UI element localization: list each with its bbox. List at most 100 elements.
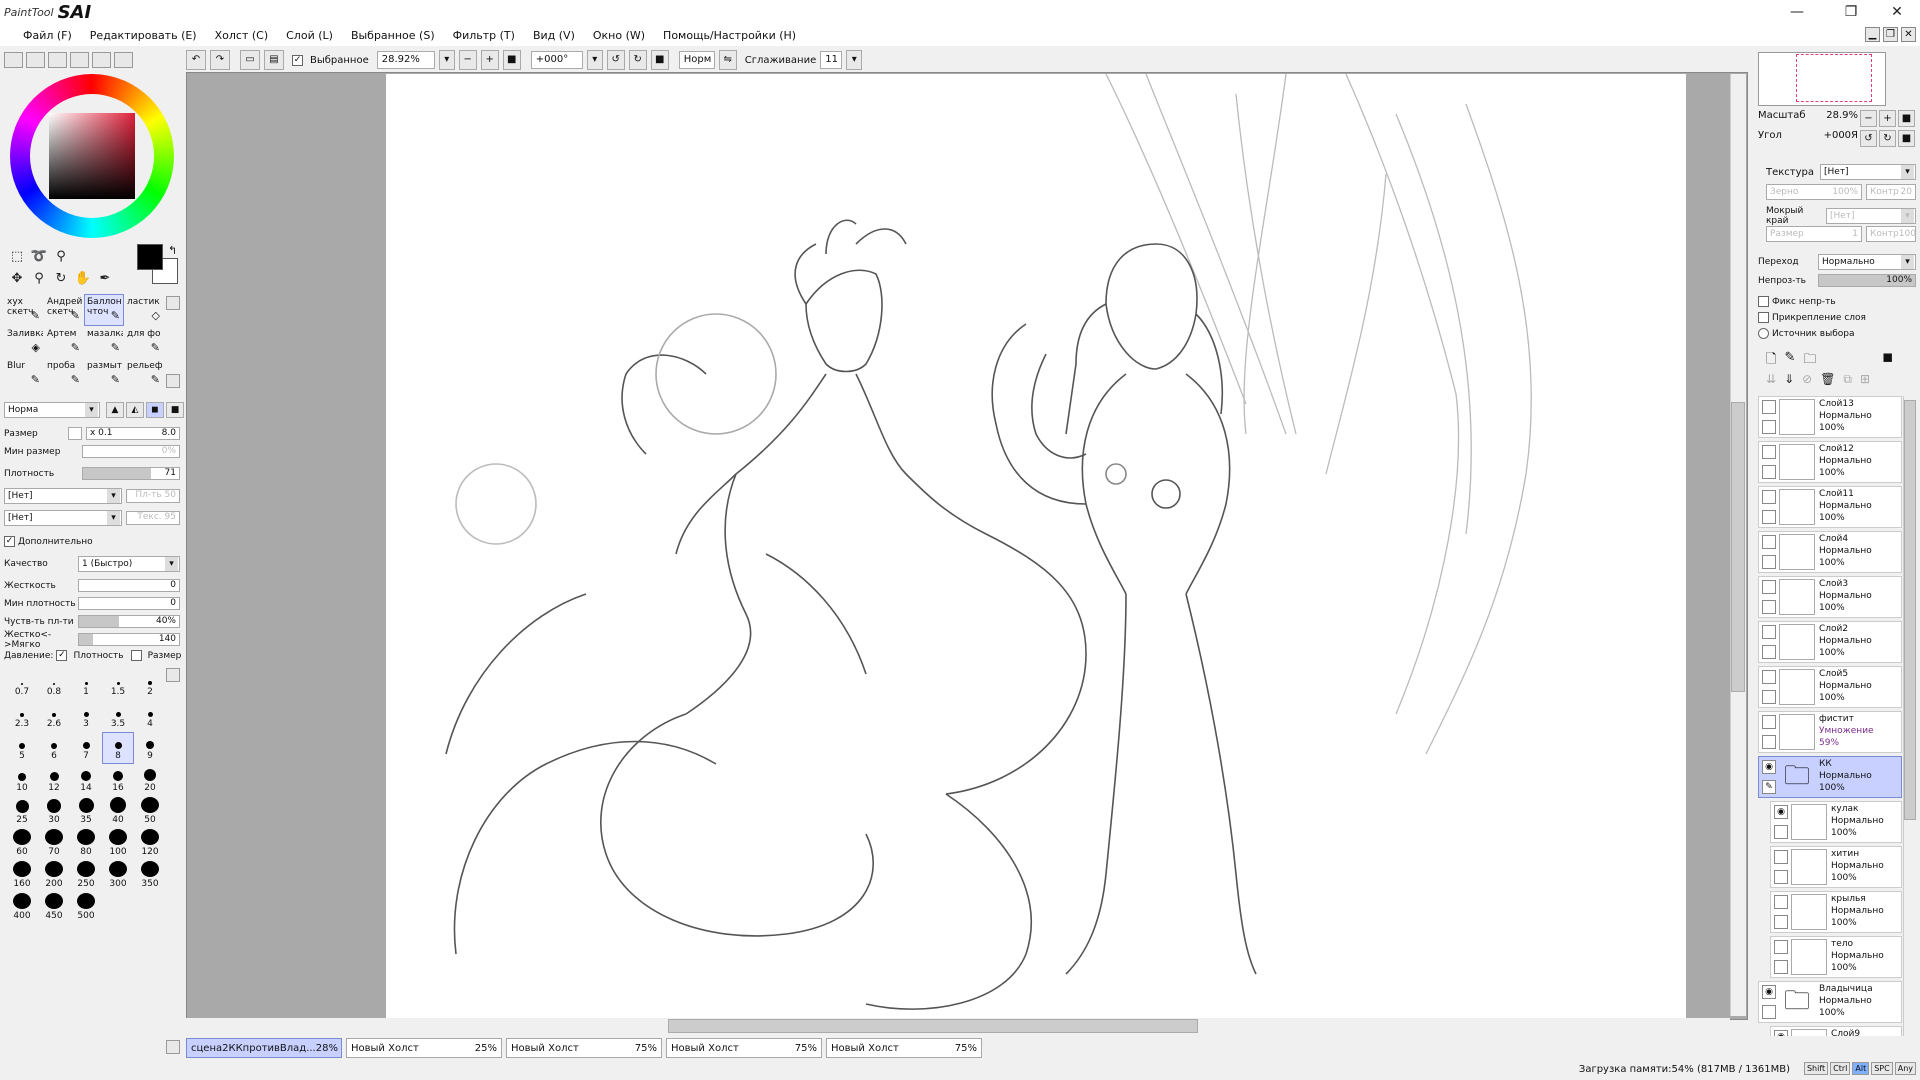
brush-size-preset[interactable]: 0.7 [6, 668, 38, 700]
layer-row[interactable]: Слой11 Нормально 100% [1758, 486, 1902, 528]
layer-visibility-eye-icon[interactable]: ◉ [1762, 760, 1776, 774]
zoom-dropdown-icon[interactable]: ▾ [438, 50, 455, 70]
rgb-slider-tab[interactable] [26, 52, 45, 68]
canvas-tab[interactable]: Новый Холст 25% [346, 1038, 502, 1058]
layer-visibility-eye-icon[interactable] [1762, 715, 1776, 729]
layer-row[interactable]: крылья Нормально 100% [1770, 891, 1902, 933]
density-slider[interactable]: 71 [82, 467, 180, 480]
redo-icon[interactable]: ↷ [210, 50, 230, 70]
canvas-tab-active[interactable]: сцена2ККпротивВлад... 28% [186, 1038, 342, 1058]
layer-lock-icon[interactable] [1762, 600, 1776, 614]
zoom-in-icon[interactable]: + [480, 50, 499, 70]
brush-size-preset[interactable]: 60 [6, 828, 38, 860]
brush-tool-slot[interactable]: для фо ✎ [124, 326, 164, 358]
brush-size-preset[interactable]: 5 [6, 732, 38, 764]
brush-grid-scroll-up[interactable] [166, 296, 180, 310]
brush-size-preset[interactable]: 6 [38, 732, 70, 764]
menu-selection[interactable]: Выбранное (S) [342, 29, 444, 42]
selection-checkbox[interactable]: ✓ [292, 54, 303, 66]
brush-size-preset[interactable]: 120 [134, 828, 166, 860]
menu-canvas[interactable]: Холст (C) [206, 29, 278, 42]
layer-row[interactable]: Слой5 Нормально 100% [1758, 666, 1902, 708]
brush-tool-slot[interactable]: ластик ◇ [124, 294, 164, 326]
brush-size-preset[interactable]: 400 [6, 892, 38, 924]
mdi-minimize-button[interactable]: ▁ [1865, 27, 1880, 42]
nav-rotate-right-icon[interactable]: ↻ [1879, 130, 1896, 147]
layer-lock-icon[interactable] [1774, 870, 1788, 884]
angle-field[interactable]: +000° [530, 51, 583, 69]
size-presets-scroll-up[interactable] [166, 668, 180, 682]
layer-blend-select[interactable]: Нормально [1818, 254, 1916, 270]
pressure-density-checkbox[interactable]: ✓ [56, 650, 68, 661]
color-wheel-tab[interactable] [4, 52, 23, 68]
navigator-angle-value[interactable]: +000Я [1824, 130, 1858, 141]
layer-lock-icon[interactable] [1762, 1005, 1776, 1019]
layer-visibility-eye-icon[interactable] [1762, 490, 1776, 504]
advanced-checkbox[interactable]: ✓ [4, 536, 15, 547]
layer-lock-icon[interactable] [1762, 690, 1776, 704]
brush-size-preset[interactable]: 4 [134, 700, 166, 732]
restore-button[interactable]: ❐ [1840, 2, 1862, 22]
clear-layer-icon[interactable]: ⊘ [1802, 372, 1812, 387]
layer-visibility-eye-icon[interactable] [1762, 445, 1776, 459]
layer-lock-icon[interactable] [1774, 825, 1788, 839]
angle-dropdown-icon[interactable]: ▾ [586, 50, 603, 70]
brush-size-preset[interactable]: 7 [70, 732, 102, 764]
brush-size-preset[interactable]: 100 [102, 828, 134, 860]
hard-soft-slider[interactable]: 140 [78, 633, 180, 646]
smoothing-field[interactable]: 11 [820, 51, 843, 69]
brush-tool-slot[interactable]: Заливка ◈ [4, 326, 44, 358]
new-folder-icon[interactable]: 🗀 [1803, 350, 1816, 372]
layer-row[interactable]: ◉Слой9Нормально100% [1770, 1026, 1902, 1036]
layer-visibility-eye-icon[interactable]: ◉ [1774, 1030, 1788, 1036]
size-slider[interactable]: x 0.1 8.0 [86, 427, 180, 440]
quality-select[interactable]: 1 (Быстро) [78, 555, 180, 572]
rotate-right-icon[interactable]: ↻ [628, 50, 647, 70]
brush-tool-slot[interactable]: размыт ✎ [84, 358, 124, 390]
view-blend-field[interactable]: Норм [678, 51, 715, 69]
density-sensitivity-slider[interactable]: 40% [78, 615, 180, 628]
brush-size-preset[interactable]: 350 [134, 860, 166, 892]
smoothing-dropdown-icon[interactable]: ▾ [846, 50, 863, 70]
layer-row[interactable]: ◉ кулак Нормально 100% [1770, 801, 1902, 843]
layer-folder-row[interactable]: ◉ ✎ 🗀 КК Нормально 100% [1758, 756, 1902, 798]
canvas-vertical-scroll-thumb[interactable] [1731, 402, 1745, 692]
nav-zoom-in-icon[interactable]: + [1879, 110, 1896, 127]
nav-rotate-left-icon[interactable]: ↺ [1860, 130, 1877, 147]
min-size-slider[interactable]: 0% [82, 445, 180, 458]
layer-visibility-eye-icon[interactable] [1762, 535, 1776, 549]
close-button[interactable]: ✕ [1886, 2, 1908, 22]
selection-source-radio[interactable] [1758, 328, 1769, 339]
canvas-tab[interactable]: Новый Холст 75% [666, 1038, 822, 1058]
layer-lock-icon[interactable] [1774, 915, 1788, 929]
layer-row[interactable]: фистит Умножение 59% [1758, 711, 1902, 753]
delete-layer-icon[interactable]: 🗑 [1820, 372, 1835, 387]
layer-row[interactable]: хитин Нормально 100% [1770, 846, 1902, 888]
brush-size-preset[interactable]: 300 [102, 860, 134, 892]
layer-lock-icon[interactable] [1762, 735, 1776, 749]
rotate-icon[interactable]: ↻ [52, 270, 70, 288]
brush-tool-slot[interactable]: Blur ✎ [4, 358, 44, 390]
layer-row[interactable]: Слой12 Нормально 100% [1758, 441, 1902, 483]
brush-grid-scroll-down[interactable] [166, 374, 180, 388]
brush-size-preset[interactable]: 25 [6, 796, 38, 828]
hand-icon[interactable]: ✋ [74, 270, 92, 288]
nav-zoom-out-icon[interactable]: − [1860, 110, 1877, 127]
shape-round-icon[interactable]: ◼ [146, 402, 164, 418]
fix-opacity-checkbox[interactable] [1758, 296, 1769, 307]
brush-shape-select[interactable]: [Нет] [4, 488, 122, 504]
brush-size-preset[interactable]: 200 [38, 860, 70, 892]
flatten-icon[interactable]: ⊞ [1860, 372, 1870, 387]
magic-wand-icon[interactable]: ⚲ [52, 248, 70, 266]
rotate-reset-icon[interactable]: ■ [650, 50, 669, 70]
shape-triangle-icon[interactable]: ▲ [106, 402, 124, 418]
clip-layer-option[interactable]: Прикрепление слоя [1758, 312, 1866, 323]
canvas-horizontal-scroll-thumb[interactable] [668, 1019, 1198, 1033]
brush-tool-slot[interactable]: хух скетч ✎ [4, 294, 44, 326]
brush-size-preset[interactable]: 3.5 [102, 700, 134, 732]
transfer-down-icon[interactable]: ⇊ [1766, 372, 1776, 387]
brush-tool-slot[interactable]: проба ✎ [44, 358, 84, 390]
brush-size-preset[interactable]: 160 [6, 860, 38, 892]
brush-size-preset[interactable]: 9 [134, 732, 166, 764]
layer-visibility-eye-icon[interactable] [1762, 400, 1776, 414]
